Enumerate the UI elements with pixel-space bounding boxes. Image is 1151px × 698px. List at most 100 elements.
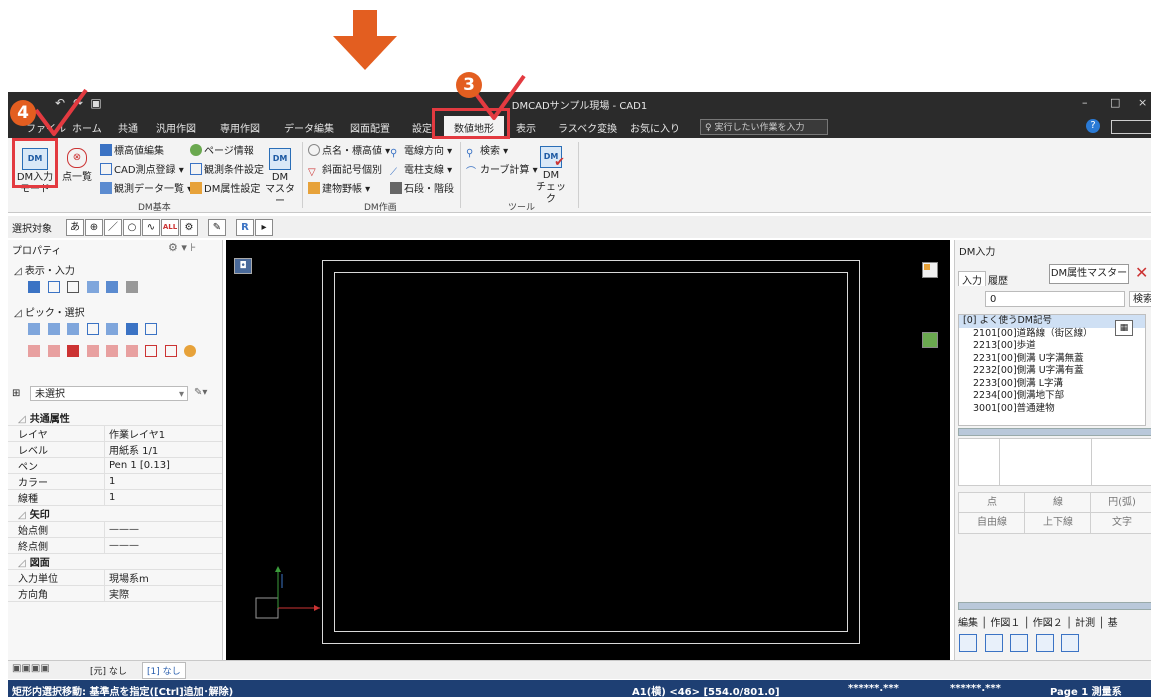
select-line-button[interactable]: ／ [104, 219, 122, 236]
tab-raster-vector[interactable]: ラスベク変換 [558, 120, 617, 135]
point-mode-button[interactable]: 点 [958, 492, 1026, 514]
building-field-button[interactable]: 建物野帳 ▾ [308, 180, 370, 195]
map-icon[interactable] [922, 332, 938, 348]
drawing-canvas[interactable]: ◘ [226, 240, 950, 660]
updown-line-button[interactable]: 上下線 [1024, 512, 1092, 534]
pick-box2-icon[interactable] [164, 345, 177, 357]
property-value[interactable]: 用紙系 1/1 [104, 441, 222, 458]
line-mode-button[interactable]: 線 [1024, 492, 1092, 514]
pick-rect-icon[interactable] [67, 345, 79, 357]
tab-favorites[interactable]: お気に入り [630, 120, 680, 135]
select-all-button[interactable]: ALL [161, 219, 179, 236]
elev-edit-button[interactable]: 標高値編集 [100, 142, 164, 157]
pole-button[interactable]: ⟋ 電柱支線 ▾ [390, 161, 452, 179]
tool-point-icon[interactable] [1061, 634, 1079, 652]
qr-icon[interactable]: ▦ [1115, 320, 1133, 336]
pick-line-icon[interactable] [28, 345, 40, 357]
pick-near-icon[interactable] [106, 323, 118, 335]
pick-perp-icon[interactable] [145, 323, 157, 335]
dm-attr-set-button[interactable]: DM属性設定 [190, 180, 260, 195]
property-value[interactable]: 1 [104, 489, 222, 506]
close-icon[interactable]: ✕ [1135, 263, 1148, 282]
cad-point-reg-button[interactable]: CAD測点登録 ▾ [100, 161, 184, 176]
select-point-button[interactable]: ⊕ [85, 219, 103, 236]
tab-common[interactable]: 共通 [118, 120, 138, 135]
property-value[interactable]: 1 [104, 473, 222, 490]
property-value[interactable]: 現場系m [104, 569, 222, 586]
tab-draw-1[interactable]: 作図１ [990, 618, 1020, 629]
view-menu-icon[interactable]: ◘ [234, 258, 252, 274]
tool-move-icon[interactable] [1035, 634, 1054, 652]
tab-data-edit[interactable]: データ編集 [284, 120, 334, 135]
snap-icon[interactable] [86, 281, 99, 293]
tab-base[interactable]: 基 [1108, 618, 1118, 629]
list-hscrollbar[interactable] [958, 428, 1151, 436]
dm-symbol-item[interactable]: 2234[00]側溝地下部 [959, 390, 1145, 403]
account-box[interactable] [1111, 120, 1151, 134]
panel-hscrollbar[interactable] [958, 602, 1151, 610]
tool-perp-icon[interactable] [984, 634, 1003, 652]
pen-icon[interactable] [125, 281, 138, 293]
dm-attr-master-button[interactable]: DM属性マスター [1049, 264, 1129, 284]
property-section[interactable]: ◿ 図面 [8, 553, 222, 570]
tab-edit[interactable]: 編集 [958, 618, 978, 629]
pick-box-icon[interactable] [145, 345, 157, 357]
select-circle-button[interactable]: ○ [123, 219, 141, 236]
maximize-button[interactable]: □ [1110, 96, 1120, 109]
tab-layout[interactable]: 図面配置 [350, 120, 390, 135]
tool-line-icon[interactable] [959, 634, 977, 652]
pick-free-icon[interactable] [125, 345, 138, 357]
property-section[interactable]: ◿ 共通属性 [8, 410, 222, 426]
select-curve-button[interactable]: ∿ [142, 219, 160, 236]
select-range-button[interactable]: R [236, 219, 254, 236]
tab-dm-history[interactable]: 履歴 [988, 272, 1008, 287]
point-list-button[interactable]: ⊗ 点一覧 [60, 148, 94, 184]
arc-mode-button[interactable]: 円(弧) [1090, 492, 1151, 514]
grid-icon[interactable] [47, 281, 60, 293]
dm-symbol-item[interactable]: 2213[00]歩道 [959, 340, 1145, 353]
tab-draw-2[interactable]: 作図２ [1033, 618, 1063, 629]
minimize-button[interactable]: – [1082, 96, 1088, 109]
layer-icon[interactable] [28, 281, 40, 293]
property-section[interactable]: ◿ 矢印 [8, 505, 222, 522]
property-value[interactable]: 実際 [104, 585, 222, 602]
layout-icon[interactable] [922, 262, 938, 278]
slope-symbol-button[interactable]: ▽ 斜面記号個別 [308, 161, 382, 179]
select-filter-button[interactable]: ✎ [208, 219, 226, 236]
collapse-icon[interactable]: ◿ [18, 558, 26, 569]
page-info-button[interactable]: ページ情報 [190, 142, 254, 157]
obs-cond-button[interactable]: 観測条件設定 [190, 161, 264, 176]
tool-cross-icon[interactable] [1010, 634, 1028, 652]
collapse-icon[interactable]: ◿ [18, 414, 26, 425]
dm-search-button[interactable]: 検索 [1129, 291, 1151, 307]
name-elev-button[interactable]: 点名・標高値 ▾ [308, 142, 390, 157]
curve-calc-button[interactable]: ⌒ カーブ計算 ▾ [466, 161, 538, 178]
section-display-input[interactable]: ◿ 表示・入力 [14, 262, 75, 277]
tab-dm-input[interactable]: 入力 [958, 271, 986, 287]
text-mode-button[interactable]: 文字 [1090, 512, 1151, 534]
sheet-tab-1[interactable]: [1] なし [142, 662, 186, 679]
pick-grid-icon[interactable] [86, 323, 99, 335]
stone-step-button[interactable]: 石段・階段 [390, 180, 454, 195]
sheet-tab-origin[interactable]: [元] なし [90, 664, 127, 677]
select-expand-button[interactable]: ▸ [255, 219, 273, 236]
pick-cut-icon[interactable] [47, 345, 60, 357]
tab-general-draw[interactable]: 汎用作図 [156, 120, 196, 135]
pick-cross-icon[interactable] [67, 323, 79, 335]
property-value[interactable]: ——— [104, 521, 222, 538]
help-icon[interactable]: ? [1086, 119, 1100, 133]
sheet-nav-icons[interactable]: ▣▣▣▣ [12, 663, 50, 674]
tab-settings[interactable]: 設定 [412, 120, 432, 135]
dm-symbol-item[interactable]: 2232[00]側溝 U字溝有蓋 [959, 365, 1145, 378]
select-settings-button[interactable]: ⚙ [180, 219, 198, 236]
tell-me-search-input[interactable]: ♀ 実行したい作業を入力 [700, 119, 828, 135]
pick-poly-icon[interactable] [86, 345, 99, 357]
pick-center-icon[interactable] [125, 323, 138, 335]
selection-combo[interactable]: 未選択 ▾ [30, 386, 188, 401]
elec-dir-button[interactable]: ⚲ 電線方向 ▾ [390, 142, 452, 160]
dm-check-button[interactable]: DM ✔ DM チェック [534, 146, 568, 206]
property-value[interactable]: 作業レイヤ1 [104, 425, 222, 442]
dm-symbol-item[interactable]: 2231[00]側溝 U字溝無蓋 [959, 353, 1145, 366]
pick-bag-icon[interactable] [184, 345, 196, 357]
free-line-button[interactable]: 自由線 [958, 512, 1026, 534]
